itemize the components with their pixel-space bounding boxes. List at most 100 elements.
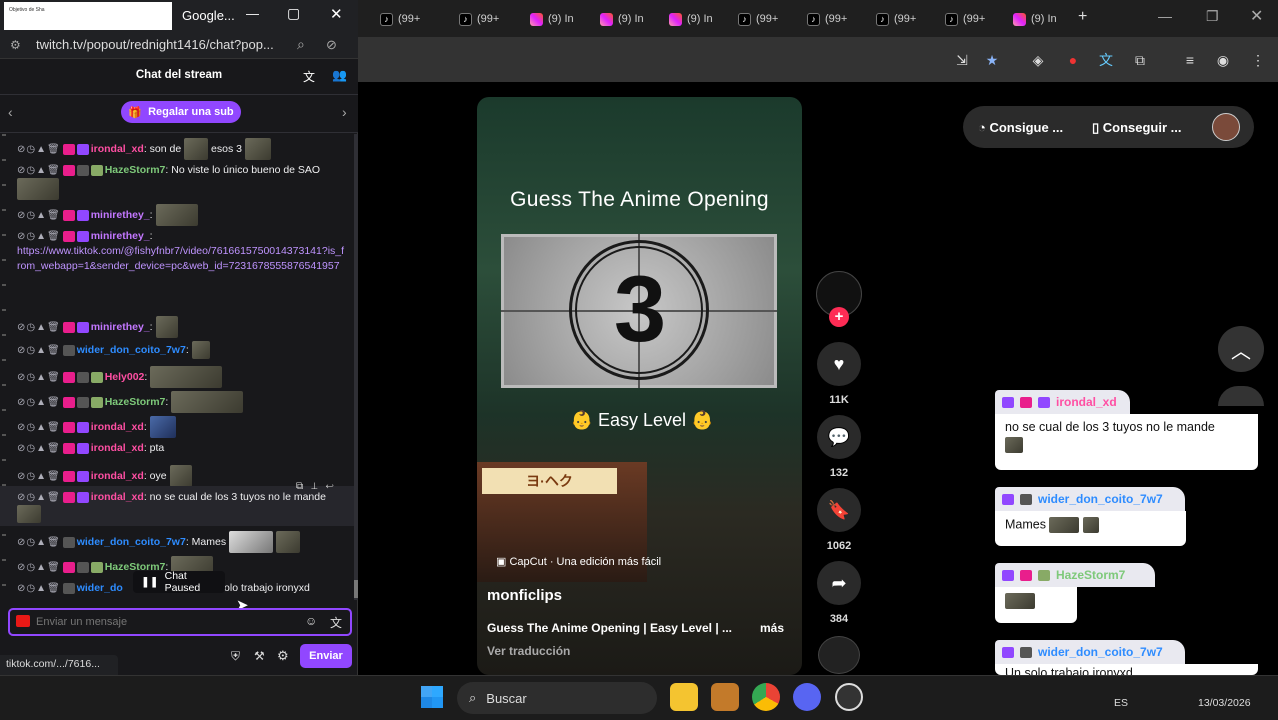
- translate-input-icon[interactable]: 文: [330, 614, 342, 631]
- mod-tools-icon[interactable]: ⊘◷▲🗑: [17, 345, 61, 356]
- chat-message[interactable]: ⊘◷▲🗑 irondal_xd:: [17, 416, 347, 438]
- chat-message-hovered[interactable]: ⊘◷▲🗑 irondal_xd: no se cual de los 3 tuyo…: [17, 490, 347, 523]
- mod-tools-icon[interactable]: ⊘◷▲🗑: [17, 471, 61, 482]
- mod-tools-icon[interactable]: ⊘◷▲🗑: [17, 583, 61, 594]
- gift-sub-button[interactable]: 🎁 Regalar una sub: [121, 101, 241, 123]
- app-icon[interactable]: [711, 683, 739, 711]
- site-settings-icon[interactable]: ⚙: [10, 38, 21, 52]
- popup-url[interactable]: twitch.tv/popout/rednight1416/chat?pop..…: [36, 37, 274, 52]
- music-disc-icon[interactable]: [818, 636, 860, 674]
- chat-message[interactable]: ⊘◷▲🗑 wider_don_coito_7w7: Mames: [17, 531, 347, 553]
- pin-icon[interactable]: ⊥: [311, 481, 325, 492]
- mod-tools-icon[interactable]: ⊘◷▲🗑: [17, 372, 61, 383]
- chevron-left-icon[interactable]: ‹: [8, 104, 13, 120]
- taskbar-search[interactable]: ⌕ Buscar: [457, 682, 657, 714]
- chat-message[interactable]: ⊘◷▲🗑 irondal_xd: son de esos 3: [17, 138, 347, 160]
- discord-icon[interactable]: [793, 683, 821, 711]
- popup-close-icon[interactable]: ✕: [330, 5, 343, 23]
- reply-icon[interactable]: ↩: [326, 481, 342, 492]
- save-button[interactable]: 🔖: [817, 488, 861, 532]
- copy-icon[interactable]: ⧉: [296, 481, 311, 492]
- users-icon[interactable]: 👥: [332, 68, 347, 82]
- extensions-puzzle-icon[interactable]: ⧉: [1130, 50, 1150, 70]
- chat-message[interactable]: ⊘◷▲🗑 HazeStorm7: No viste lo único bueno …: [17, 163, 347, 200]
- tab-tiktok-2[interactable]: ♪ (99+: [459, 8, 499, 30]
- chevron-right-icon[interactable]: ›: [342, 104, 347, 120]
- menu-dots-icon[interactable]: ⋮: [1248, 50, 1268, 70]
- mod-tools-icon[interactable]: ⊘◷▲🗑: [17, 492, 61, 503]
- gear-icon[interactable]: ⚙: [277, 648, 289, 664]
- mod-tools-icon[interactable]: ⊘◷▲🗑: [17, 210, 61, 221]
- like-button[interactable]: ♥: [817, 342, 861, 386]
- tools-icon[interactable]: ⚒: [254, 649, 265, 663]
- camera-icon[interactable]: [16, 615, 30, 627]
- chat-message[interactable]: ⊘◷▲🗑 HazeStorm7:: [17, 391, 347, 413]
- restore-icon[interactable]: ❐: [1206, 8, 1219, 25]
- previous-video-button[interactable]: ︿: [1218, 326, 1264, 372]
- shield-icon[interactable]: ⛨: [231, 649, 240, 664]
- get-app-button-1[interactable]: ◔ Consigue ...: [978, 120, 1063, 135]
- tab-instagram-1[interactable]: (9) In: [530, 8, 574, 30]
- chat-input[interactable]: [36, 613, 286, 631]
- reading-list-icon[interactable]: ≡: [1180, 50, 1200, 70]
- translate-icon[interactable]: 文: [303, 68, 315, 85]
- popup-minimize-icon[interactable]: —: [246, 6, 259, 21]
- get-app-button-2[interactable]: ▯ Conseguir ...: [1092, 120, 1182, 136]
- tab-instagram-3[interactable]: (9) In: [669, 8, 713, 30]
- mod-tools-icon[interactable]: ⊘◷▲🗑: [17, 397, 61, 408]
- translate-extension-icon[interactable]: 文: [1096, 50, 1116, 70]
- follow-plus-icon[interactable]: +: [829, 307, 849, 327]
- bookmark-star-icon[interactable]: ★: [982, 50, 1002, 70]
- message-actions[interactable]: ⧉⊥↩: [296, 481, 342, 492]
- chat-message[interactable]: ⊘◷▲🗑 minirethey_:: [17, 316, 347, 338]
- tab-tiktok-4[interactable]: ♪ (99+: [807, 8, 847, 30]
- tab-tiktok-5[interactable]: ♪ (99+: [876, 8, 916, 30]
- record-extension-icon[interactable]: ●: [1063, 50, 1083, 70]
- mod-tools-icon[interactable]: ⊘◷▲🗑: [17, 562, 61, 573]
- tab-tiktok-6[interactable]: ♪ (99+: [945, 8, 985, 30]
- mod-tools-icon[interactable]: ⊘◷▲🗑: [17, 144, 61, 155]
- capcut-label[interactable]: ▣ CapCut · Una edición más fácil: [496, 555, 661, 568]
- tab-tiktok-3[interactable]: ♪ (99+: [738, 8, 778, 30]
- mod-tools-icon[interactable]: ⊘◷▲🗑: [17, 165, 61, 176]
- tab-instagram-4[interactable]: (9) In: [1013, 8, 1057, 30]
- tab-tiktok-1[interactable]: ♪ (99+: [380, 8, 420, 30]
- chat-paused-banner[interactable]: ❚❚ Chat Paused: [133, 570, 225, 594]
- mod-tools-icon[interactable]: ⊘◷▲🗑: [17, 537, 61, 548]
- minimize-icon[interactable]: —: [1158, 8, 1172, 24]
- mod-tools-icon[interactable]: ⊘◷▲🗑: [17, 443, 61, 454]
- user-avatar[interactable]: [1212, 113, 1240, 141]
- extension-icon[interactable]: ◈: [1028, 50, 1048, 70]
- more-link[interactable]: más: [760, 621, 784, 635]
- chat-message[interactable]: ⊘◷▲🗑 minirethey_: https://www.tiktok.com/@…: [17, 229, 347, 274]
- zoom-icon[interactable]: ⌕: [297, 36, 305, 53]
- mod-tools-icon[interactable]: ⊘◷▲🗑: [17, 422, 61, 433]
- chrome-icon[interactable]: [752, 683, 780, 711]
- chat-scrollbar[interactable]: [354, 134, 358, 600]
- install-app-icon[interactable]: ⇲: [952, 50, 972, 70]
- steam-icon[interactable]: [835, 683, 863, 711]
- share-button[interactable]: ➦: [817, 561, 861, 605]
- mod-tools-icon[interactable]: ⊘◷▲🗑: [17, 231, 61, 242]
- taskbar-date[interactable]: 13/03/2026: [1198, 697, 1251, 709]
- chat-scrollbar-thumb[interactable]: [354, 580, 358, 598]
- new-tab-button[interactable]: +: [1078, 8, 1087, 26]
- chat-message[interactable]: ⊘◷▲🗑 minirethey_:: [17, 204, 347, 226]
- close-window-icon[interactable]: ✕: [1250, 6, 1263, 26]
- profile-avatar-icon[interactable]: ◉: [1213, 50, 1233, 70]
- chat-message[interactable]: ⊘◷▲🗑 irondal_xd: pta: [17, 441, 347, 456]
- emote-picker-icon[interactable]: ☺: [305, 614, 317, 628]
- eye-off-icon[interactable]: ⊘: [326, 37, 337, 53]
- popup-maximize-icon[interactable]: ▢: [287, 5, 300, 22]
- tab-instagram-2[interactable]: (9) In: [600, 8, 644, 30]
- file-explorer-icon[interactable]: [670, 683, 698, 711]
- mod-tools-icon[interactable]: ⊘◷▲🗑: [17, 322, 61, 333]
- chat-message[interactable]: ⊘◷▲🗑 Hely002:: [17, 366, 347, 388]
- windows-start-icon[interactable]: [421, 686, 443, 708]
- language-indicator[interactable]: ES: [1114, 697, 1128, 709]
- chat-message[interactable]: ⊘◷▲🗑 wider_don_coito_7w7:: [17, 341, 347, 359]
- send-button[interactable]: Enviar: [300, 644, 352, 668]
- comment-button[interactable]: 💬: [817, 415, 861, 459]
- translate-link[interactable]: Ver traducción: [487, 644, 570, 658]
- video-author[interactable]: monficlips: [487, 587, 562, 604]
